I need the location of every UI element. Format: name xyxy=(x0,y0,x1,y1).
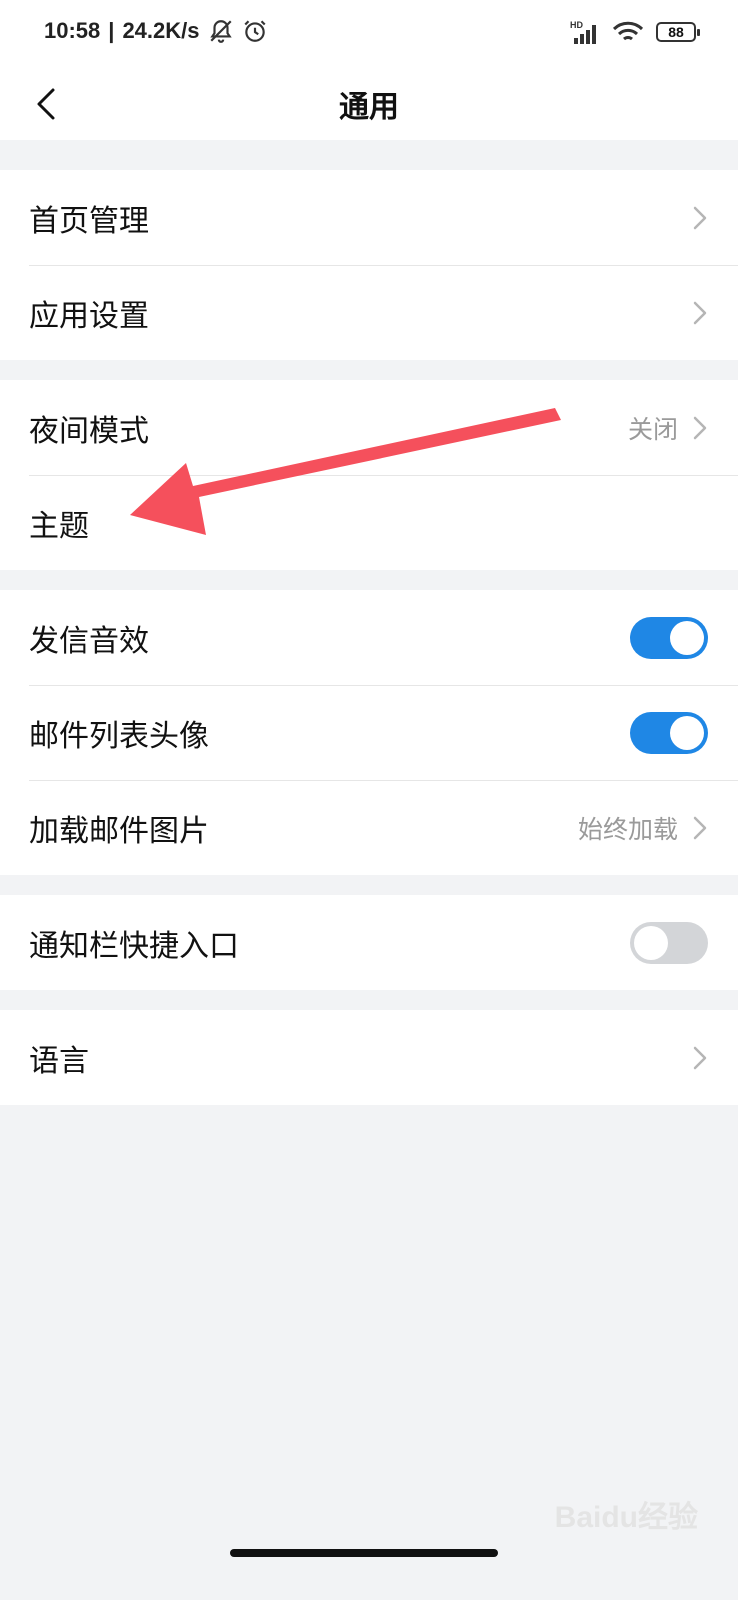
nav-bar: 通用 xyxy=(0,66,738,140)
settings-group: 发信音效邮件列表头像 加载邮件图片 始终加载 xyxy=(0,590,738,875)
settings-row-label: 加载邮件图片 xyxy=(29,813,209,849)
chevron-right-icon xyxy=(693,416,707,439)
status-separator: | xyxy=(108,18,115,43)
toggle-knob xyxy=(634,925,668,960)
settings-row-label: 语言 xyxy=(29,1043,89,1079)
status-bar: 10:58 | 24.2K/s HD 88 xyxy=(0,0,738,66)
settings-row-label: 发信音效 xyxy=(29,623,149,659)
status-left: 10:58 | 24.2K/s xyxy=(44,18,268,44)
status-time: 10:58 xyxy=(44,18,101,43)
settings-row[interactable]: 通知栏快捷入口 xyxy=(0,895,738,990)
settings-list: 首页管理应用设置夜间模式 关闭主题发信音效邮件列表头像 加载邮件图片 始终加载通知栏快… xyxy=(0,140,738,1105)
settings-row-label: 夜间模式 xyxy=(29,413,149,449)
chevron-right-icon xyxy=(693,1046,707,1069)
chevron-right-icon xyxy=(693,816,707,839)
settings-row-label: 通知栏快捷入口 xyxy=(29,928,239,964)
wifi-icon xyxy=(612,21,644,41)
settings-row[interactable]: 语言 xyxy=(0,1010,738,1105)
settings-row[interactable]: 首页管理 xyxy=(0,170,738,265)
settings-row[interactable]: 夜间模式 关闭 xyxy=(0,380,738,475)
settings-row[interactable]: 加载邮件图片 始终加载 xyxy=(0,780,738,875)
status-right: HD 88 xyxy=(570,20,700,44)
settings-row-value: 关闭 xyxy=(627,414,678,444)
page-title: 通用 xyxy=(339,90,399,125)
chevron-right-icon xyxy=(693,301,707,324)
settings-group: 首页管理 应用设置 xyxy=(0,170,738,360)
bell-muted-icon xyxy=(209,20,232,43)
settings-group: 通知栏快捷入口 xyxy=(0,895,738,990)
toggle-knob xyxy=(670,715,704,750)
toggle-switch[interactable] xyxy=(630,921,708,964)
settings-row-label: 主题 xyxy=(29,508,89,544)
settings-group: 语言 xyxy=(0,1010,738,1105)
watermark: Baidu经验 xyxy=(554,1501,698,1534)
alarm-icon xyxy=(243,20,266,42)
signal-icon: HD xyxy=(570,20,596,44)
settings-row[interactable]: 应用设置 xyxy=(0,265,738,360)
signal-label: HD xyxy=(570,20,583,30)
settings-row-label: 邮件列表头像 xyxy=(29,718,209,754)
toggle-switch[interactable] xyxy=(630,616,708,659)
settings-row-label: 首页管理 xyxy=(29,203,149,239)
settings-row[interactable]: 邮件列表头像 xyxy=(0,685,738,780)
status-net-speed: 24.2K/s xyxy=(122,18,200,43)
settings-row-label: 应用设置 xyxy=(29,298,149,334)
toggle-switch[interactable] xyxy=(630,711,708,754)
toggle-knob xyxy=(670,620,704,655)
chevron-right-icon xyxy=(693,206,707,229)
home-indicator[interactable] xyxy=(230,1549,498,1557)
settings-group: 夜间模式 关闭主题 xyxy=(0,380,738,570)
settings-row[interactable]: 主题 xyxy=(0,475,738,570)
battery-indicator: 88 xyxy=(656,22,700,42)
settings-row[interactable]: 发信音效 xyxy=(0,590,738,685)
settings-row-value: 始终加载 xyxy=(577,814,678,844)
